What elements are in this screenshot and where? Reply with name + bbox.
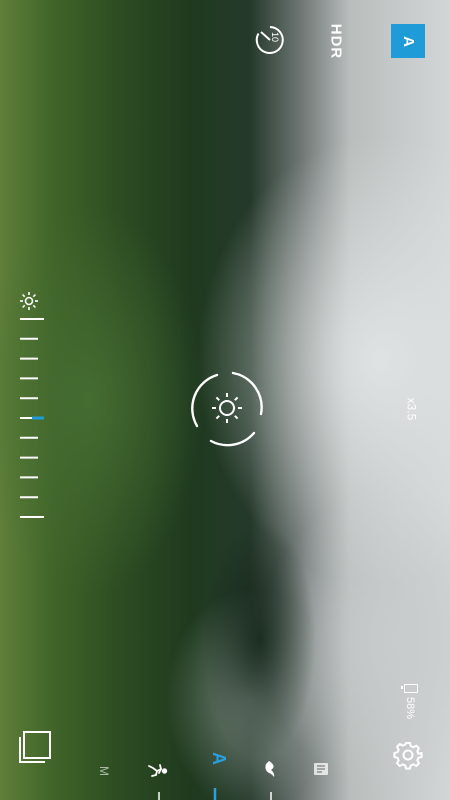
- hdr-label: HDR: [327, 23, 345, 59]
- settings-button[interactable]: [392, 739, 424, 771]
- mode-indicator-ticks: [158, 788, 272, 800]
- mode-document[interactable]: [309, 757, 333, 781]
- exposure-icon-wrap: [18, 290, 40, 312]
- exposure-slider[interactable]: [18, 316, 48, 520]
- auto-badge-label: A: [399, 35, 417, 47]
- document-icon: [314, 763, 328, 775]
- mode-manual[interactable]: M: [92, 759, 116, 783]
- focus-ring-icon: [191, 371, 263, 447]
- timer-button[interactable]: 10: [254, 24, 286, 56]
- settings-gear-icon: [393, 742, 423, 770]
- mode-manual-label: M: [97, 766, 111, 776]
- running-person-icon: [148, 764, 168, 777]
- mode-sport[interactable]: [145, 757, 169, 781]
- auto-mode-badge[interactable]: A: [391, 24, 425, 58]
- battery-percent: 58%: [404, 696, 416, 720]
- mode-bird[interactable]: [258, 757, 282, 781]
- zoom-label: x3.5: [404, 397, 418, 421]
- mode-auto-label: A: [208, 751, 229, 765]
- timer-value: 10: [270, 32, 280, 42]
- focus-ring[interactable]: [187, 368, 267, 448]
- timer-icon: 10: [255, 26, 284, 54]
- gallery-button[interactable]: [18, 730, 52, 764]
- battery-status: 58%: [395, 684, 425, 724]
- bird-icon: [265, 761, 275, 777]
- sun-icon: [20, 292, 38, 310]
- mode-auto[interactable]: A: [201, 744, 235, 772]
- hdr-toggle[interactable]: HDR: [320, 23, 352, 59]
- zoom-indicator[interactable]: x3.5: [396, 396, 426, 422]
- gallery-icon: [19, 731, 51, 763]
